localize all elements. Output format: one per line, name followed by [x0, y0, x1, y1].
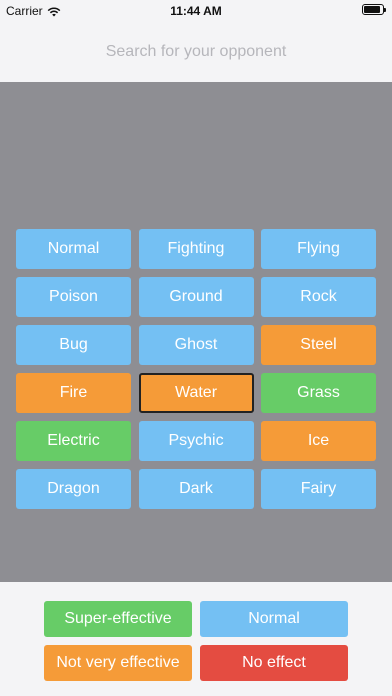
screen: Carrier 11:44 AM Normal Fighting Flying: [0, 0, 392, 696]
type-button-fairy[interactable]: Fairy: [261, 469, 376, 509]
search-bar: [0, 22, 392, 82]
type-button-ghost[interactable]: Ghost: [138, 325, 254, 365]
type-button-flying[interactable]: Flying: [261, 229, 376, 269]
battery-icon: [362, 4, 386, 15]
type-button-steel[interactable]: Steel: [261, 325, 376, 365]
battery-level: [364, 6, 381, 13]
legend-normal: Normal: [200, 601, 348, 637]
legend-no-effect: No effect: [200, 645, 348, 681]
type-button-rock[interactable]: Rock: [261, 277, 376, 317]
type-button-psychic[interactable]: Psychic: [138, 421, 254, 461]
type-button-dragon[interactable]: Dragon: [16, 469, 131, 509]
type-button-dark[interactable]: Dark: [138, 469, 254, 509]
type-button-bug[interactable]: Bug: [16, 325, 131, 365]
status-bar: Carrier 11:44 AM: [0, 0, 392, 22]
type-button-fire[interactable]: Fire: [16, 373, 131, 413]
type-button-water[interactable]: Water: [138, 373, 254, 413]
type-button-poison[interactable]: Poison: [16, 277, 131, 317]
type-button-ground[interactable]: Ground: [138, 277, 254, 317]
type-button-normal[interactable]: Normal: [16, 229, 131, 269]
search-input[interactable]: [46, 37, 346, 67]
effectiveness-legend: Super-effective Normal Not very effectiv…: [0, 582, 392, 696]
type-button-ice[interactable]: Ice: [261, 421, 376, 461]
type-grid: Normal Fighting Flying Poison Ground Roc…: [16, 229, 376, 509]
status-time: 11:44 AM: [170, 4, 222, 18]
type-button-electric[interactable]: Electric: [16, 421, 131, 461]
type-grid-area: Normal Fighting Flying Poison Ground Roc…: [0, 82, 392, 582]
legend-super-effective: Super-effective: [44, 601, 192, 637]
type-button-fighting[interactable]: Fighting: [138, 229, 254, 269]
type-button-grass[interactable]: Grass: [261, 373, 376, 413]
legend-not-very-effective: Not very effective: [44, 645, 192, 681]
legend-grid: Super-effective Normal Not very effectiv…: [44, 601, 348, 681]
status-right: [362, 4, 386, 18]
